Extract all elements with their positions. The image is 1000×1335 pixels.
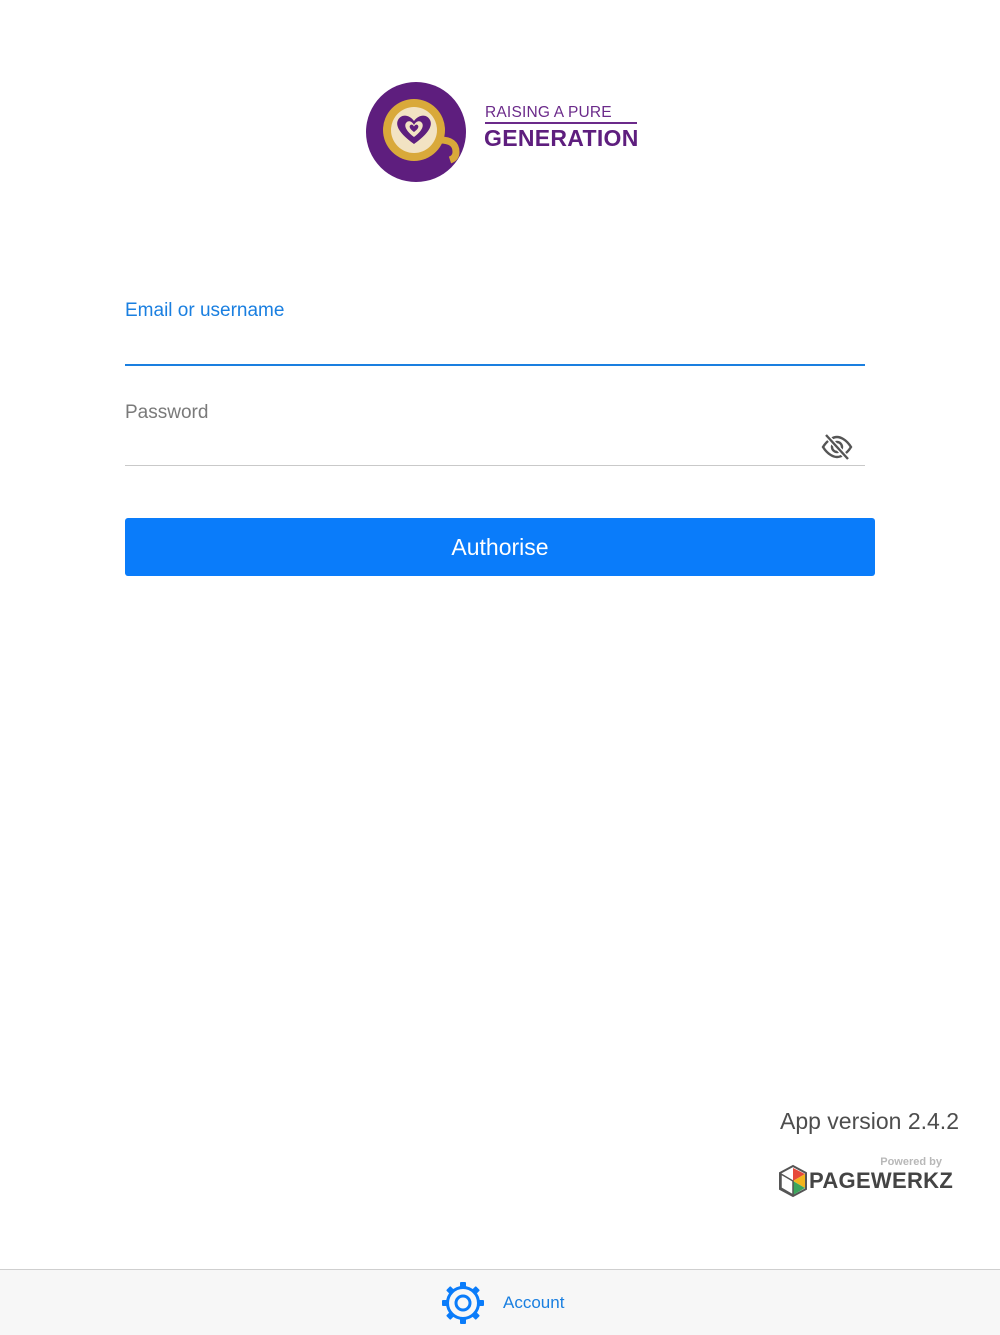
app-version-label: App version 2.4.2 bbox=[779, 1108, 959, 1134]
coffee-cup-heart-logo bbox=[366, 82, 466, 182]
authorise-button[interactable]: Authorise bbox=[125, 518, 875, 576]
gear-icon bbox=[442, 1282, 484, 1324]
logo-tagline: RAISING A PURE bbox=[485, 104, 612, 121]
pagewerkz-cube-icon bbox=[779, 1164, 807, 1198]
password-visibility-toggle[interactable] bbox=[820, 432, 854, 462]
password-label: Password bbox=[125, 402, 209, 423]
logo-wordmark: GENERATION bbox=[484, 125, 639, 151]
password-field[interactable] bbox=[125, 430, 815, 462]
tab-account-label: Account bbox=[503, 1293, 565, 1312]
password-underline bbox=[125, 465, 865, 466]
powered-by-label: Powered by bbox=[880, 1156, 942, 1168]
provider-name: PAGEWERKZ bbox=[809, 1168, 954, 1193]
brand-logo: RAISING A PURE GENERATION bbox=[364, 80, 644, 184]
email-field[interactable] bbox=[125, 330, 815, 362]
tab-account[interactable]: Account bbox=[442, 1282, 564, 1324]
powered-by-logo: Powered by PAGEWERKZ bbox=[776, 1154, 953, 1200]
eye-slash-icon bbox=[821, 433, 853, 461]
logo-divider bbox=[485, 122, 637, 124]
email-underline bbox=[125, 364, 865, 366]
tab-bar: Account bbox=[0, 1269, 1000, 1335]
email-label: Email or username bbox=[125, 300, 285, 321]
